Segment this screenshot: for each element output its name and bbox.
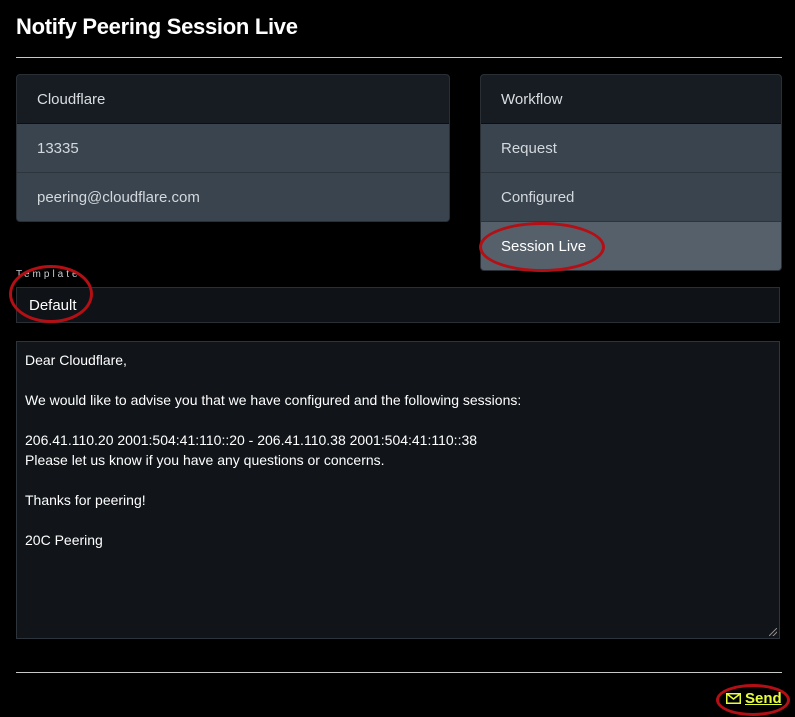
- workflow-header: Workflow: [481, 75, 781, 124]
- message-line: Please let us know if you have any quest…: [25, 452, 385, 468]
- network-card: Cloudflare 13335 peering@cloudflare.com: [16, 74, 450, 222]
- message-line: Dear Cloudflare,: [25, 352, 127, 368]
- network-asn: 13335: [17, 124, 449, 173]
- network-name: Cloudflare: [17, 75, 449, 124]
- message-textarea[interactable]: Dear Cloudflare, We would like to advise…: [16, 341, 780, 639]
- title-divider: [16, 57, 782, 58]
- notify-dialog: Notify Peering Session Live Cloudflare 1…: [0, 0, 795, 717]
- envelope-icon: [726, 693, 741, 704]
- workflow-step-request[interactable]: Request: [481, 124, 781, 173]
- message-line: 206.41.110.20 2001:504:41:110::20 - 206.…: [25, 432, 478, 448]
- workflow-card: Workflow Request Configured Session Live: [480, 74, 782, 271]
- message-line: Thanks for peering!: [25, 492, 146, 508]
- footer-divider: [16, 672, 782, 673]
- send-button[interactable]: Send: [726, 690, 782, 707]
- network-email: peering@cloudflare.com: [17, 173, 449, 221]
- message-line: [25, 510, 771, 530]
- message-line: 20C Peering: [25, 532, 103, 548]
- message-line: [25, 410, 771, 430]
- send-label: Send: [745, 690, 782, 707]
- resize-grip-icon[interactable]: [769, 628, 777, 636]
- message-line: [25, 370, 771, 390]
- template-select[interactable]: Default: [16, 287, 780, 323]
- message-line: [25, 470, 771, 490]
- workflow-step-session-live[interactable]: Session Live: [481, 222, 781, 270]
- template-selected-value: Default: [29, 296, 77, 314]
- template-label: Template: [16, 269, 81, 280]
- dialog-title: Notify Peering Session Live: [16, 14, 298, 39]
- message-line: We would like to advise you that we have…: [25, 392, 522, 408]
- workflow-step-configured[interactable]: Configured: [481, 173, 781, 222]
